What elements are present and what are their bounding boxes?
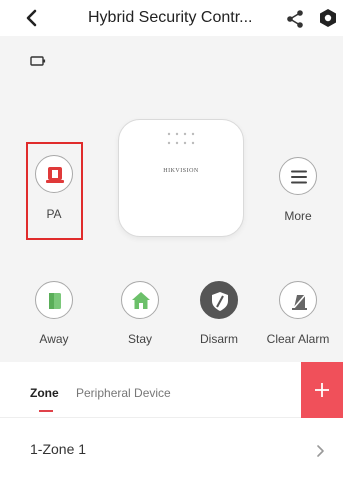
menu-icon [291, 170, 307, 184]
control-panel: HIKVISION PA More Away Stay Disarm Clear… [0, 36, 343, 362]
zone-name: 1-Zone 1 [30, 441, 87, 457]
away-label: Away [39, 332, 69, 346]
battery-icon [30, 56, 46, 66]
add-button[interactable] [301, 362, 343, 418]
panic-alarm-icon [46, 167, 64, 183]
device-led-dots [167, 132, 195, 145]
clear-alarm-label: Clear Alarm [266, 332, 330, 346]
more-label: More [284, 209, 312, 223]
stay-button[interactable] [121, 281, 159, 319]
more-button[interactable] [279, 157, 317, 195]
clear-alarm-button[interactable] [279, 281, 317, 319]
chevron-right-icon [317, 445, 324, 457]
device-brand-logo: HIKVISION [163, 168, 199, 174]
shield-icon [212, 292, 228, 311]
back-arrow-icon [26, 9, 37, 27]
settings-button[interactable] [317, 7, 339, 29]
pa-button[interactable] [35, 155, 73, 193]
disarm-label: Disarm [200, 332, 238, 346]
tab-bar: Zone Peripheral Device [0, 362, 343, 418]
share-button[interactable] [284, 8, 306, 30]
away-button[interactable] [35, 281, 73, 319]
hexagon-settings-icon [320, 9, 336, 27]
pa-label: PA [46, 207, 62, 221]
zone-list-item[interactable]: 1-Zone 1 [0, 418, 343, 479]
device-image: HIKVISION [118, 119, 244, 237]
tab-zone[interactable]: Zone [30, 386, 59, 400]
tab-peripheral-device[interactable]: Peripheral Device [76, 386, 171, 400]
back-button[interactable] [22, 8, 42, 28]
active-tab-indicator [39, 410, 53, 412]
plus-icon [315, 383, 329, 397]
disarm-button[interactable] [200, 281, 238, 319]
share-icon [287, 10, 303, 28]
door-icon [49, 293, 61, 309]
stay-label: Stay [127, 332, 152, 346]
clear-alarm-icon [292, 293, 307, 310]
top-bar: Hybrid Security Contr... [0, 0, 343, 36]
page-title: Hybrid Security Contr... [88, 9, 253, 26]
home-icon [132, 292, 150, 309]
